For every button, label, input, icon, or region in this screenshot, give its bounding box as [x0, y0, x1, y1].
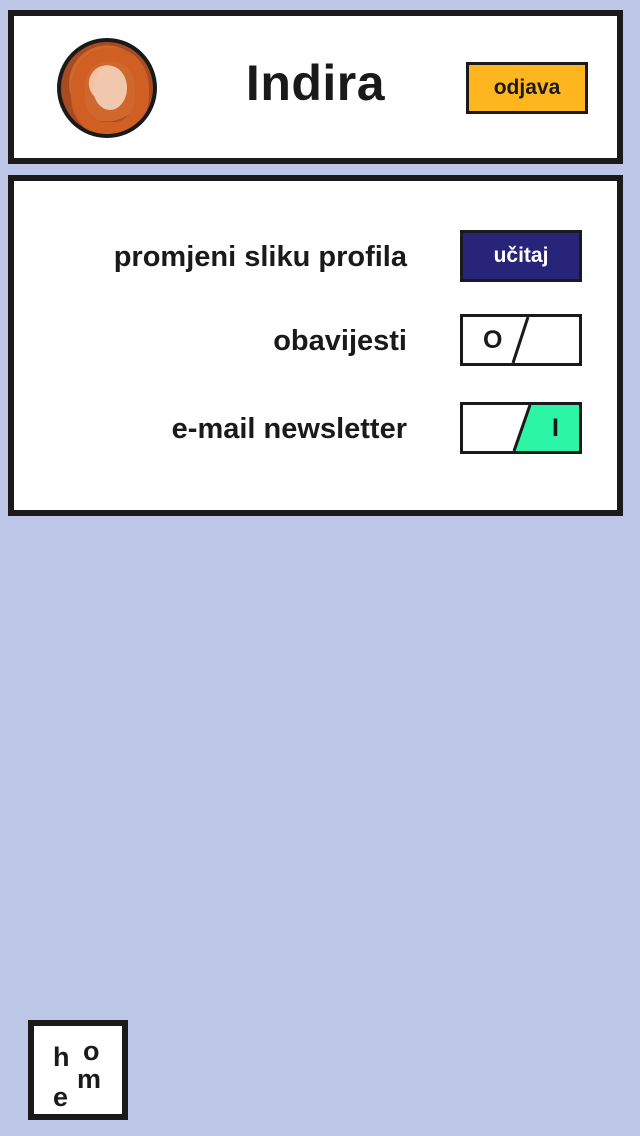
- notifications-toggle[interactable]: O: [460, 314, 582, 366]
- toggle-on-icon: [512, 405, 579, 451]
- settings-panel: promjeni sliku profila učitaj obavijesti…: [8, 175, 623, 516]
- profile-picture-label: promjeni sliku profila: [113, 241, 407, 273]
- logout-button[interactable]: odjava: [466, 62, 588, 114]
- upload-button[interactable]: učitaj: [460, 230, 582, 282]
- home-icon[interactable]: h o e m: [28, 1020, 128, 1120]
- newsletter-label: e-mail newsletter: [171, 413, 407, 445]
- toggle-off-text: O: [483, 326, 503, 354]
- home-letter-h: h: [53, 1042, 70, 1072]
- toggle-on-text: I: [552, 414, 559, 442]
- notifications-label: obavijesti: [273, 325, 407, 357]
- home-letter-m: m: [77, 1064, 102, 1094]
- home-letter-e: e: [53, 1082, 69, 1112]
- home-letter-o: o: [83, 1036, 100, 1066]
- toggle-off-icon: [511, 317, 530, 363]
- newsletter-toggle[interactable]: I: [460, 402, 582, 454]
- profile-header: Indira odjava: [8, 10, 623, 164]
